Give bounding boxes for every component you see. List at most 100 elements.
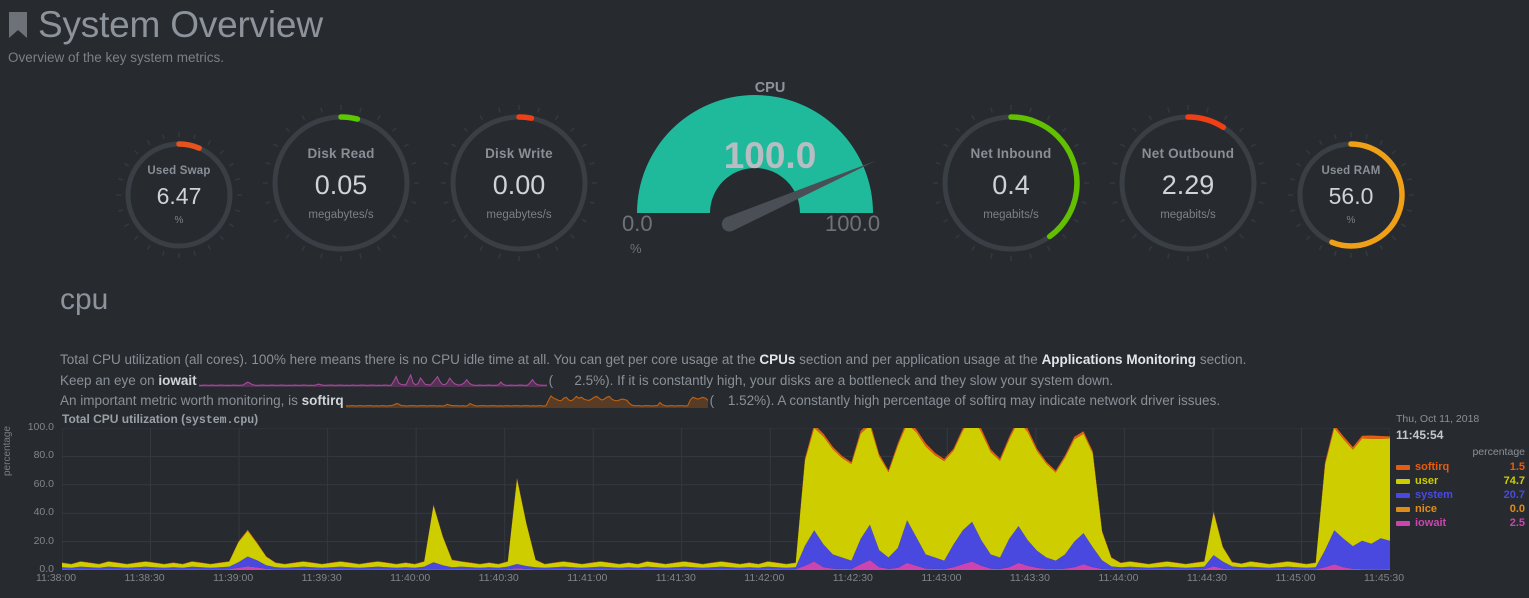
gauge-units-disk-write: megabytes/s: [486, 209, 551, 221]
x-tick-label: 11:45:00: [1275, 572, 1315, 584]
cpu-gauge-max: 100.0: [825, 211, 880, 237]
cpu-gauge-title: CPU: [610, 80, 930, 96]
description-line-2: Keep an eye on iowait (2.5%). If it is c…: [60, 371, 1300, 392]
gauge-value-net-outbound: 2.29: [1162, 170, 1215, 201]
legend-row-softirq[interactable]: softirq1.5: [1392, 460, 1529, 474]
cpu-chart[interactable]: Total CPU utilization (system.cpu) perce…: [0, 410, 1529, 598]
softirq-percent: 1.52%: [714, 391, 766, 412]
page-subtitle: Overview of the key system metrics.: [0, 44, 1529, 66]
legend-value-user: 74.7: [1504, 475, 1529, 487]
legend-name-system: system: [1415, 489, 1504, 501]
gauge-used-swap[interactable]: Used Swap 6.47 %: [114, 130, 244, 260]
gauge-label-net-inbound: Net Inbound: [971, 146, 1052, 161]
x-tick-label: 11:40:30: [479, 572, 519, 584]
gauge-units-net-inbound: megabits/s: [983, 209, 1039, 221]
legend-row-system[interactable]: system20.7: [1392, 488, 1529, 502]
section-description: Total CPU utilization (all cores). 100% …: [60, 350, 1300, 412]
chart-plot-area[interactable]: [62, 428, 1390, 570]
x-tick-label: 11:39:30: [302, 572, 342, 584]
title-row: System Overview: [0, 0, 1529, 44]
desc-text-1a: Total CPU utilization (all cores). 100% …: [60, 352, 759, 367]
legend-rows: softirq1.5user74.7system20.7nice0.0iowai…: [1392, 460, 1529, 530]
gauge-label-net-outbound: Net Outbound: [1142, 146, 1234, 161]
legend-value-nice: 0.0: [1510, 503, 1529, 515]
y-tick-label: 80.0: [8, 449, 54, 461]
x-tick-label: 11:38:30: [125, 572, 165, 584]
gauge-disk-read[interactable]: Disk Read 0.05 megabytes/s: [261, 103, 421, 263]
description-line-3: An important metric worth monitoring, is…: [60, 391, 1300, 412]
link-applications-monitoring[interactable]: Applications Monitoring: [1042, 352, 1197, 367]
desc-text-1c: section.: [1196, 352, 1246, 367]
chart-title-context: system.cpu: [185, 414, 254, 427]
gauge-units-used-swap: %: [175, 215, 184, 226]
chart-title: Total CPU utilization (system.cpu): [62, 412, 258, 427]
gauge-value-used-ram: 56.0: [1329, 183, 1374, 210]
gauge-units-net-outbound: megabits/s: [1160, 209, 1216, 221]
x-tick-label: 11:40:00: [390, 572, 430, 584]
gauge-label-disk-write: Disk Write: [485, 146, 553, 161]
gauge-disk-write[interactable]: Disk Write 0.00 megabytes/s: [439, 103, 599, 263]
gauge-value-disk-write: 0.00: [493, 170, 546, 201]
legend-name-iowait: iowait: [1415, 517, 1510, 529]
legend-swatch-system: [1396, 493, 1410, 498]
x-tick-label: 11:44:30: [1187, 572, 1227, 584]
y-tick-label: 100.0: [8, 421, 54, 433]
gauge-net-inbound[interactable]: Net Inbound 0.4 megabits/s: [931, 103, 1091, 263]
chart-title-text: Total CPU utilization (: [62, 412, 185, 426]
dashboard-page: System Overview Overview of the key syst…: [0, 0, 1529, 598]
iowait-sparkline: [199, 374, 547, 387]
legend-value-softirq: 1.5: [1510, 461, 1529, 473]
legend-swatch-softirq: [1396, 465, 1410, 470]
y-tick-label: 20.0: [8, 535, 54, 547]
desc-text-2a: Keep an eye on: [60, 373, 158, 388]
legend-unit-header: percentage: [1392, 443, 1529, 460]
y-tick-label: 60.0: [8, 478, 54, 490]
gauge-label-used-ram: Used RAM: [1321, 165, 1380, 177]
x-tick-label: 11:39:00: [213, 572, 253, 584]
legend-row-user[interactable]: user74.7: [1392, 474, 1529, 488]
x-tick-label: 11:42:00: [744, 572, 784, 584]
y-axis-ticks: 100.080.060.040.020.00.0: [8, 428, 54, 588]
desc-text-2b: ). If it is constantly high, your disks …: [605, 373, 1113, 388]
x-axis-ticks: 11:38:0011:38:3011:39:0011:39:3011:40:00…: [62, 572, 1390, 592]
metric-iowait-label: iowait: [158, 373, 196, 388]
gauge-cpu[interactable]: CPU 100.0 0.0 100.0 %: [610, 78, 930, 268]
legend-row-iowait[interactable]: iowait2.5: [1392, 516, 1529, 530]
legend-name-nice: nice: [1415, 503, 1510, 515]
x-tick-label: 11:45:30: [1364, 572, 1404, 584]
cpu-gauge-min: 0.0: [622, 211, 653, 237]
x-tick-label: 11:43:00: [921, 572, 961, 584]
x-tick-label: 11:38:00: [36, 572, 76, 584]
legend-row-nice[interactable]: nice0.0: [1392, 502, 1529, 516]
chart-legend: Thu, Oct 11, 2018 11:45:54 percentage so…: [1392, 412, 1529, 530]
gauge-units-disk-read: megabytes/s: [308, 209, 373, 221]
legend-name-softirq: softirq: [1415, 461, 1510, 473]
x-tick-label: 11:44:00: [1098, 572, 1138, 584]
desc-text-3a: An important metric worth monitoring, is: [60, 393, 302, 408]
gauge-net-outbound[interactable]: Net Outbound 2.29 megabits/s: [1108, 103, 1268, 263]
link-cpus[interactable]: CPUs: [759, 352, 795, 367]
iowait-percent: 2.5%: [553, 371, 605, 392]
gauge-value-disk-read: 0.05: [315, 170, 368, 201]
chart-title-tail: ): [254, 412, 258, 426]
legend-swatch-user: [1396, 479, 1410, 484]
section-heading: cpu: [60, 283, 108, 317]
legend-swatch-nice: [1396, 507, 1410, 512]
gauge-value-net-inbound: 0.4: [992, 170, 1030, 201]
legend-time: 11:45:54: [1392, 427, 1529, 443]
x-tick-label: 11:41:30: [656, 572, 696, 584]
legend-value-iowait: 2.5: [1510, 517, 1529, 529]
metric-softirq-label: softirq: [302, 393, 344, 408]
desc-text-3b: ). A constantly high percentage of softi…: [766, 393, 1220, 408]
gauge-label-used-swap: Used Swap: [147, 165, 210, 177]
description-line-1: Total CPU utilization (all cores). 100% …: [60, 350, 1300, 371]
page-header: System Overview Overview of the key syst…: [0, 0, 1529, 66]
bookmark-icon: [8, 11, 38, 39]
legend-date: Thu, Oct 11, 2018: [1392, 412, 1529, 427]
page-title: System Overview: [38, 6, 323, 44]
cpu-gauge-units: %: [630, 241, 642, 256]
softirq-sparkline: [346, 395, 708, 408]
gauge-units-used-ram: %: [1347, 215, 1356, 226]
gauge-used-ram[interactable]: Used RAM 56.0 %: [1286, 130, 1416, 260]
x-tick-label: 11:43:30: [1010, 572, 1050, 584]
